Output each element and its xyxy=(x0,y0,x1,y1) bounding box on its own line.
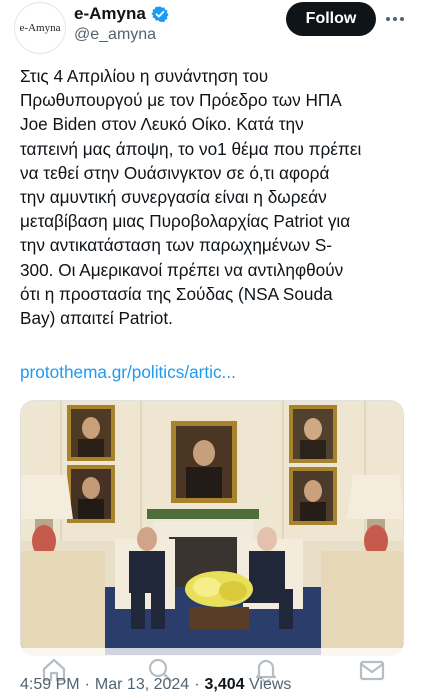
wall-portrait xyxy=(289,467,337,525)
more-horizontal-icon[interactable] xyxy=(384,8,406,30)
wall-portrait xyxy=(67,405,115,461)
tweet-media-image[interactable] xyxy=(20,400,404,656)
wall-portrait xyxy=(289,405,337,463)
messages-icon[interactable] xyxy=(358,656,386,684)
avatar[interactable]: e-Amyna xyxy=(14,2,66,54)
display-name[interactable]: e-Amyna xyxy=(74,4,146,24)
tweet-meta: 4:59 PM · Mar 13, 2024 · 3,404 Views xyxy=(20,676,291,694)
views-label: Views xyxy=(249,676,292,693)
wall-portrait xyxy=(171,421,237,503)
tweet-link[interactable]: protothema.gr/politics/artic... xyxy=(20,362,236,383)
flower-arrangement xyxy=(185,571,253,607)
tweet-date[interactable]: Mar 13, 2024 xyxy=(95,676,189,694)
tweet-time[interactable]: 4:59 PM xyxy=(20,676,80,694)
verified-badge-icon xyxy=(151,6,169,23)
tweet-text: Στις 4 Απριλίου η συνάντηση του Πρωθυπου… xyxy=(20,66,362,329)
wall-portrait xyxy=(67,465,115,523)
user-handle[interactable]: @e_amyna xyxy=(74,26,156,44)
meta-separator: · xyxy=(194,676,200,693)
oval-office-photo xyxy=(21,401,403,655)
name-row: e-Amyna xyxy=(74,4,169,24)
views-count: 3,404 xyxy=(204,676,245,693)
meta-separator: · xyxy=(84,676,90,693)
follow-button[interactable]: Follow xyxy=(286,2,376,36)
tweet-header: e-Amyna e-Amyna @e_amyna Follow xyxy=(0,0,424,56)
